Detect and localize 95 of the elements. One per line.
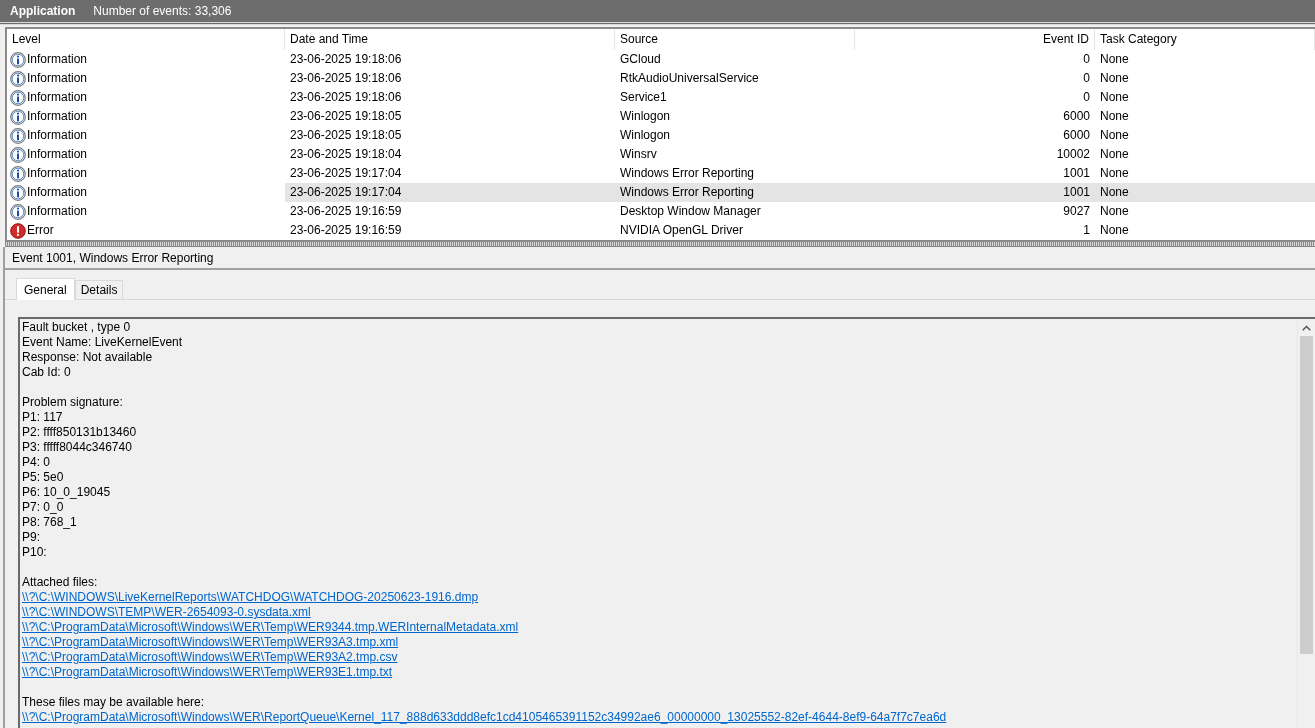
level-text: Information: [27, 89, 88, 106]
description-line: P2: ffff850131b13460: [22, 425, 137, 439]
description-line: P7: 0_0: [22, 500, 64, 514]
tab[interactable]: Details: [74, 280, 124, 299]
level-text: Information: [27, 108, 88, 125]
column-header[interactable]: Date and Time: [285, 29, 615, 50]
source-cell[interactable]: Winlogon: [615, 126, 855, 145]
event-id-cell[interactable]: 1001: [855, 164, 1095, 183]
date-time-cell[interactable]: 23-06-2025 19:18:05: [285, 126, 615, 145]
source-cell[interactable]: Windows Error Reporting: [615, 164, 855, 183]
scroll-up-icon[interactable]: [1302, 324, 1311, 331]
task-category-cell[interactable]: None: [1095, 164, 1315, 183]
task-category-cell[interactable]: None: [1095, 107, 1315, 126]
file-link[interactable]: \\?\C:\ProgramData\Microsoft\Windows\WER\ReportQueue\Kernel_117_888d633ddd8efc1cd4105465391152c34992ae6_00000000_13025552-82ef-4644-8ef9-64a7f7c7ea6d: [22, 710, 947, 724]
event-count: Number of events: 33,306: [93, 4, 232, 18]
source-cell[interactable]: Service1: [615, 88, 855, 107]
level-text: Information: [27, 70, 88, 87]
file-link[interactable]: \\?\C:\ProgramData\Microsoft\Windows\WER\Temp\WER93A2.tmp.csv: [22, 650, 398, 664]
event-id-cell[interactable]: 1001: [855, 183, 1095, 202]
level-text: Information: [27, 51, 88, 68]
description-line: Problem signature:: [22, 395, 123, 409]
source-cell[interactable]: GCloud: [615, 50, 855, 69]
error-icon: [10, 222, 26, 239]
description-line: P1: 117: [22, 410, 63, 424]
task-category-cell[interactable]: None: [1095, 221, 1315, 240]
description-line: Event Name: LiveKernelEvent: [22, 335, 183, 349]
event-id-cell[interactable]: 9027: [855, 202, 1095, 221]
date-time-cell[interactable]: 23-06-2025 19:18:04: [285, 145, 615, 164]
date-time-cell[interactable]: 23-06-2025 19:16:59: [285, 202, 615, 221]
event-id-cell[interactable]: 10002: [855, 145, 1095, 164]
level-text: Information: [27, 127, 88, 144]
description-line: P9:: [22, 530, 40, 544]
source-cell[interactable]: Desktop Window Manager: [615, 202, 855, 221]
column-header[interactable]: Event ID: [855, 29, 1095, 50]
event-id-cell[interactable]: 0: [855, 50, 1095, 69]
date-time-cell[interactable]: 23-06-2025 19:18:06: [285, 50, 615, 69]
description-line: Response: Not available: [22, 350, 153, 364]
scrollbar[interactable]: [1297, 319, 1315, 728]
file-link[interactable]: \\?\C:\ProgramData\Microsoft\Windows\WER\Temp\WER93E1.tmp.txt: [22, 665, 393, 679]
event-title: Event 1001, Windows Error Reporting: [5, 249, 1315, 270]
description-line: Fault bucket , type 0: [22, 320, 131, 334]
date-time-cell[interactable]: 23-06-2025 19:18:05: [285, 107, 615, 126]
task-category-cell[interactable]: None: [1095, 50, 1315, 69]
event-id-cell[interactable]: 0: [855, 69, 1095, 88]
information-icon: [10, 89, 26, 106]
level-text: Information: [27, 165, 88, 182]
date-time-cell[interactable]: 23-06-2025 19:16:59: [285, 221, 615, 240]
description-line: P8: 768_1: [22, 515, 77, 529]
event-id-cell[interactable]: 6000: [855, 107, 1095, 126]
information-icon: [10, 184, 26, 201]
date-time-cell[interactable]: 23-06-2025 19:17:04: [285, 183, 615, 202]
task-category-cell[interactable]: None: [1095, 183, 1315, 202]
task-category-cell[interactable]: None: [1095, 202, 1315, 221]
information-icon: [10, 146, 26, 163]
description-line: P3: fffff8044c346740: [22, 440, 132, 454]
level-text: Information: [27, 184, 88, 201]
source-cell[interactable]: Winlogon: [615, 107, 855, 126]
information-icon: [10, 70, 26, 87]
date-time-cell[interactable]: 23-06-2025 19:17:04: [285, 164, 615, 183]
date-time-cell[interactable]: 23-06-2025 19:18:06: [285, 88, 615, 107]
level-text: Information: [27, 203, 88, 220]
description-line: These files may be available here:: [22, 695, 205, 709]
column-header[interactable]: Source: [615, 29, 855, 50]
description-line: P10:: [22, 545, 47, 559]
column-header[interactable]: Task Category: [1095, 29, 1315, 50]
level-text: Information: [27, 146, 88, 163]
description-line: Cab Id: 0: [22, 365, 71, 379]
log-title: Application: [10, 4, 76, 18]
event-id-cell[interactable]: 0: [855, 88, 1095, 107]
file-link[interactable]: \\?\C:\WINDOWS\TEMP\WER-2654093-0.sysdata.xml: [22, 605, 311, 619]
file-link[interactable]: \\?\C:\ProgramData\Microsoft\Windows\WER\Temp\WER9344.tmp.WERInternalMetadata.xml: [22, 620, 519, 634]
task-category-cell[interactable]: None: [1095, 69, 1315, 88]
source-cell[interactable]: NVIDIA OpenGL Driver: [615, 221, 855, 240]
information-icon: [10, 127, 26, 144]
information-icon: [10, 51, 26, 68]
information-icon: [10, 108, 26, 125]
file-link[interactable]: \\?\C:\ProgramData\Microsoft\Windows\WER\Temp\WER93A3.tmp.xml: [22, 635, 399, 649]
description-line: P5: 5e0: [22, 470, 64, 484]
description-line: P6: 10_0_19045: [22, 485, 111, 499]
source-cell[interactable]: RtkAudioUniversalService: [615, 69, 855, 88]
event-id-cell[interactable]: 6000: [855, 126, 1095, 145]
event-id-cell[interactable]: 1: [855, 221, 1095, 240]
date-time-cell[interactable]: 23-06-2025 19:18:06: [285, 69, 615, 88]
task-category-cell[interactable]: None: [1095, 88, 1315, 107]
tab[interactable]: General: [16, 278, 75, 300]
information-icon: [10, 165, 26, 182]
level-text: Error: [27, 222, 54, 239]
description-line: P4: 0: [22, 455, 51, 469]
information-icon: [10, 203, 26, 220]
description-line: Attached files:: [22, 575, 98, 589]
file-link[interactable]: \\?\C:\WINDOWS\LiveKernelReports\WATCHDOG\WATCHDOG-20250623-1916.dmp: [22, 590, 479, 604]
source-cell[interactable]: Windows Error Reporting: [615, 183, 855, 202]
source-cell[interactable]: Winsrv: [615, 145, 855, 164]
task-category-cell[interactable]: None: [1095, 145, 1315, 164]
task-category-cell[interactable]: None: [1095, 126, 1315, 145]
